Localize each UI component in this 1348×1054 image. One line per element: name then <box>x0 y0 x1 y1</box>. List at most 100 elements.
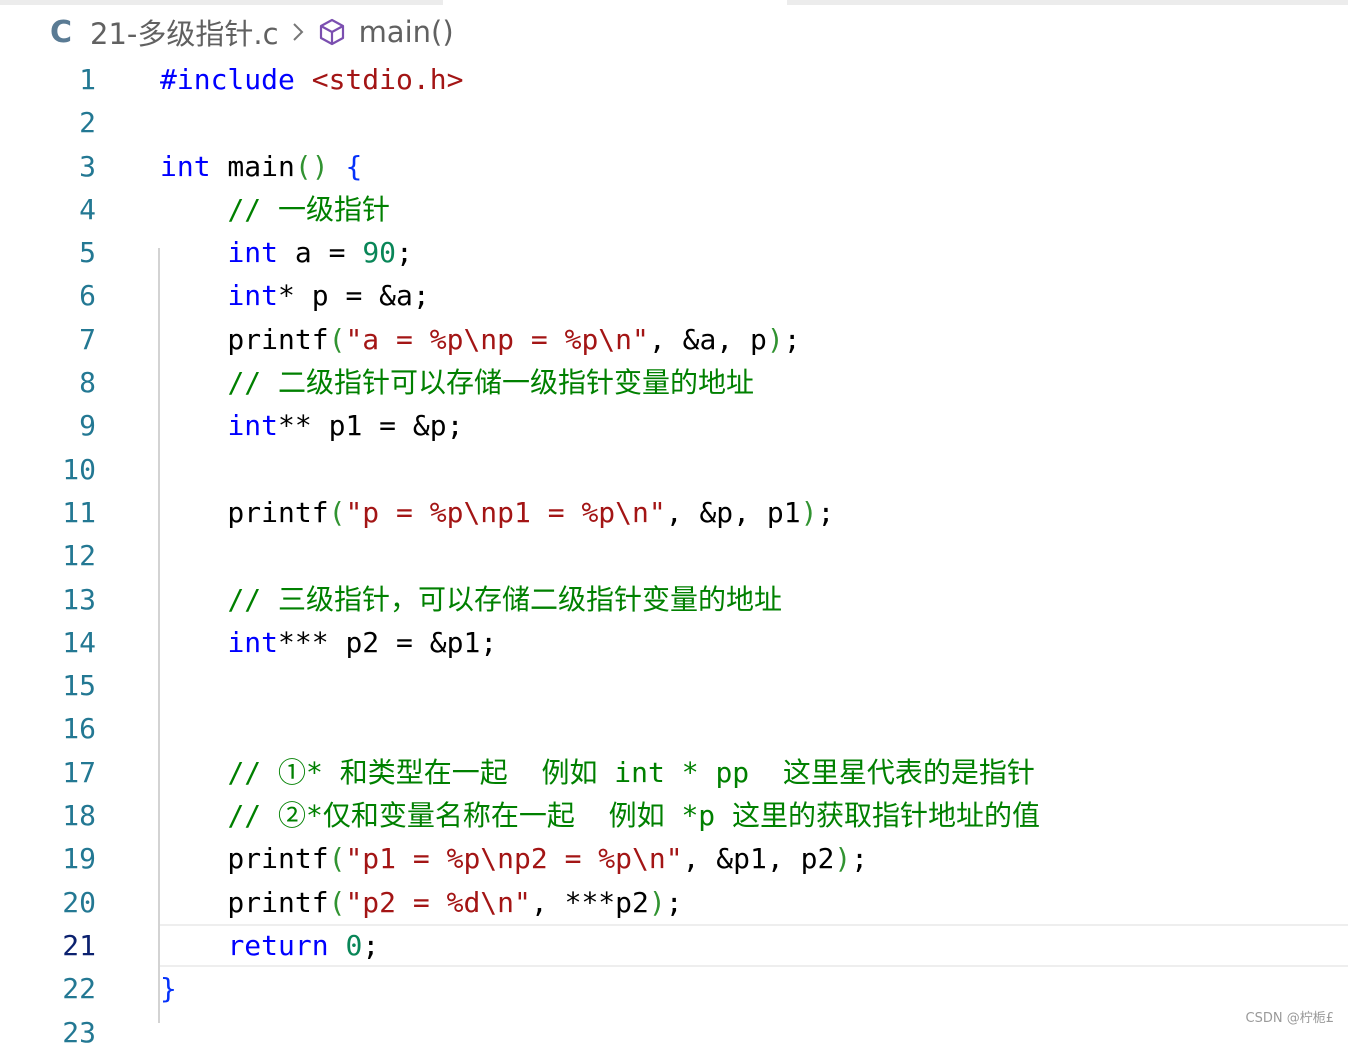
code-token: printf <box>160 495 329 529</box>
code-token: main <box>210 149 295 183</box>
code-text: int a = 90; <box>160 231 413 274</box>
code-text: } <box>160 967 177 1010</box>
code-line[interactable]: 22} <box>0 967 1348 1010</box>
line-number: 16 <box>62 712 96 746</box>
line-number: 20 <box>62 885 96 919</box>
code-comment: // ②*仅和变量名称在一起 例如 *p 这里的获取指针地址的值 <box>227 799 1041 833</box>
code-line[interactable]: 12 <box>0 534 1348 577</box>
code-line[interactable]: 6 int* p = &a; <box>0 274 1348 317</box>
code-token: printf <box>160 885 329 919</box>
code-line[interactable]: 5 int a = 90; <box>0 231 1348 274</box>
line-number: 12 <box>62 539 96 573</box>
code-line[interactable]: 10 <box>0 448 1348 491</box>
tab-strip-segment <box>0 0 443 5</box>
code-line[interactable]: 20 printf("p2 = %d\n", ***p2); <box>0 881 1348 924</box>
code-text: // ①* 和类型在一起 例如 int * pp 这里星代表的是指针 <box>160 751 1034 794</box>
code-line[interactable]: 3 int main() { <box>0 145 1348 188</box>
code-token: int <box>160 149 211 183</box>
code-token: ; <box>665 885 683 919</box>
line-number: 13 <box>62 582 96 616</box>
line-number: 11 <box>62 495 96 529</box>
code-token: ) <box>766 322 784 356</box>
code-line[interactable]: 2 <box>0 101 1348 144</box>
line-number: 17 <box>62 755 96 789</box>
code-line[interactable]: 11 printf("p = %p\np1 = %p\n", &p, p1); <box>0 491 1348 534</box>
code-text: int main() { <box>160 145 362 188</box>
code-line[interactable]: 16 <box>0 707 1348 750</box>
line-number: 4 <box>79 192 96 226</box>
line-number: 1 <box>79 63 96 96</box>
code-line[interactable]: 21 return 0; <box>0 923 1348 968</box>
breadcrumb-file[interactable]: 21-多级指针.c <box>90 11 279 53</box>
breadcrumb: C 21-多级指针.c main() <box>50 12 454 52</box>
code-token: printf <box>160 842 329 876</box>
code-token: ) <box>648 885 666 919</box>
line-number: 3 <box>79 149 96 183</box>
code-token: , ***p2 <box>530 885 649 919</box>
code-line[interactable]: 1 #include <stdio.h> <box>0 58 1348 101</box>
code-text: int* p = &a; <box>160 274 429 317</box>
code-text: printf("p1 = %p\np2 = %p\n", &p1, p2); <box>160 837 868 880</box>
code-line[interactable]: 15 <box>0 664 1348 707</box>
code-text: // ②*仅和变量名称在一起 例如 *p 这里的获取指针地址的值 <box>160 794 1040 837</box>
line-number: 9 <box>79 409 96 443</box>
code-token: { <box>345 149 363 183</box>
code-line[interactable]: 4 // 一级指针 <box>0 188 1348 231</box>
line-number: 15 <box>62 669 96 703</box>
code-token: "p = %p\np1 = %p\n" <box>345 495 666 529</box>
code-token: , &a, p <box>648 322 767 356</box>
code-line[interactable]: 14 int*** p2 = &p1; <box>0 621 1348 664</box>
code-token: , &p1, p2 <box>682 842 835 876</box>
code-token: ) <box>800 495 818 529</box>
line-number: 7 <box>79 322 96 356</box>
code-token: ( <box>328 495 346 529</box>
code-token: ) <box>834 842 852 876</box>
code-token: printf <box>160 322 329 356</box>
cube-icon <box>317 16 349 48</box>
code-line[interactable]: 23 <box>0 1011 1348 1054</box>
code-token: ; <box>362 928 380 962</box>
code-line[interactable]: 18 // ②*仅和变量名称在一起 例如 *p 这里的获取指针地址的值 <box>0 794 1348 837</box>
code-editor[interactable]: 1 #include <stdio.h> 2 3 int main() {4 // 一级… <box>0 58 1348 1054</box>
code-line[interactable]: 17 // ①* 和类型在一起 例如 int * pp 这里星代表的是指针 <box>0 751 1348 794</box>
code-token: "p2 = %d\n" <box>345 885 531 919</box>
code-token: ** p1 = &p; <box>278 409 464 443</box>
code-token: <stdio.h> <box>311 63 464 96</box>
code-line[interactable]: 19 printf("p1 = %p\np2 = %p\n", &p1, p2)… <box>0 837 1348 880</box>
code-token: ; <box>396 236 413 270</box>
line-number: 23 <box>62 1015 96 1049</box>
watermark: CSDN @柠栀£ <box>1245 1011 1334 1026</box>
code-token: () <box>294 149 329 183</box>
code-token: ; <box>851 842 869 876</box>
code-text: return 0; <box>160 924 379 967</box>
code-token: "p1 = %p\np2 = %p\n" <box>345 842 683 876</box>
breadcrumb-symbol[interactable]: main() <box>359 15 454 49</box>
code-token: 0 <box>345 928 363 962</box>
line-number: 21 <box>62 928 96 962</box>
code-line[interactable]: 9 int** p1 = &p; <box>0 404 1348 447</box>
line-number: 8 <box>79 366 96 400</box>
code-token: "a = %p\np = %p\n" <box>345 322 649 356</box>
code-token: int <box>227 279 279 313</box>
line-number: 6 <box>79 279 96 313</box>
code-token: *** p2 = &p1; <box>278 625 498 659</box>
code-token: ( <box>328 842 346 876</box>
code-text: printf("p = %p\np1 = %p\n", &p, p1); <box>160 491 834 534</box>
code-comment: // 一级指针 <box>227 192 391 226</box>
code-line[interactable]: 8 // 二级指针可以存储一级指针变量的地址 <box>0 361 1348 404</box>
code-text: #include <stdio.h> <box>160 58 463 101</box>
code-line[interactable]: 7 printf("a = %p\np = %p\n", &a, p); <box>0 318 1348 361</box>
line-number: 18 <box>62 799 96 833</box>
line-number: 14 <box>62 625 96 659</box>
code-line[interactable]: 13 // 三级指针，可以存储二级指针变量的地址 <box>0 578 1348 621</box>
